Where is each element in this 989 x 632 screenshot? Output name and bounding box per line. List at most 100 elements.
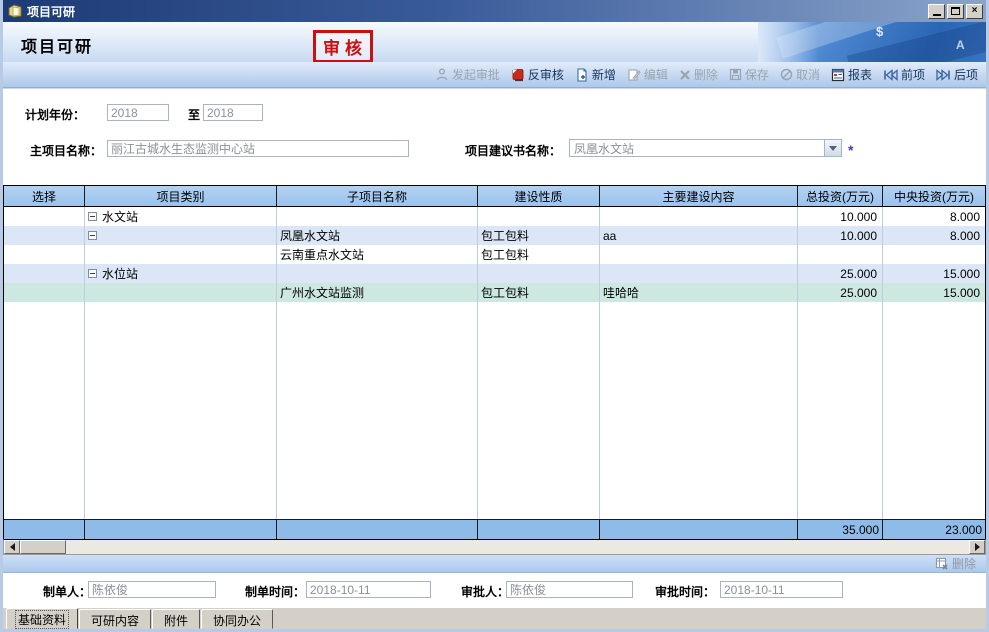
- plan-year-to-input[interactable]: [203, 104, 263, 121]
- grid-row[interactable]: 云南重点水文站 包工包料: [4, 245, 985, 264]
- anti-audit-icon: [511, 68, 525, 82]
- creator-label: 制单人：: [43, 583, 91, 600]
- header-subproject[interactable]: 子项目名称: [277, 186, 478, 206]
- dollar-glyph: $: [876, 24, 883, 39]
- footer-delete-button[interactable]: 删除: [952, 555, 976, 572]
- plan-year-from-input[interactable]: [107, 104, 169, 121]
- main-project-input[interactable]: [107, 140, 409, 157]
- save-label: 保存: [745, 66, 769, 83]
- subproject-grid: 选择 项目类别 子项目名称 建设性质 主要建设内容 总投资(万元) 中央投资(万…: [3, 185, 986, 539]
- tree-node: [88, 231, 102, 240]
- to-label: 至: [188, 106, 200, 123]
- approver-input[interactable]: [506, 581, 633, 598]
- letter-a-glyph: A: [956, 38, 965, 52]
- category-label: 水文站: [102, 208, 138, 225]
- horizontal-scrollbar[interactable]: [3, 539, 986, 555]
- cancel-icon: [780, 68, 793, 81]
- save-button[interactable]: 保存: [729, 66, 769, 83]
- approve-time-input[interactable]: [720, 581, 843, 598]
- plan-year-label: 计划年份：: [25, 106, 85, 123]
- proposal-label: 项目建议书名称：: [465, 142, 561, 159]
- tab-base-info[interactable]: 基础资料: [6, 608, 78, 629]
- base-info-form: 计划年份： 至 主项目名称： 项目建议书名称： 凤凰水文站 *: [3, 88, 986, 185]
- maximize-button[interactable]: [947, 4, 964, 19]
- window-title: 项目可研: [27, 3, 926, 20]
- chevron-down-icon: [829, 146, 837, 151]
- header-select[interactable]: 选择: [4, 186, 85, 206]
- add-doc-icon: [575, 68, 589, 82]
- header-nature[interactable]: 建设性质: [478, 186, 600, 206]
- grid-total-row: 35.000 23.000: [4, 519, 985, 539]
- scroll-right-button[interactable]: [969, 540, 985, 554]
- header-central[interactable]: 中央投资(万元): [883, 186, 985, 206]
- scroll-left-icon: [10, 543, 15, 551]
- tree-collapse-icon[interactable]: [88, 269, 97, 278]
- app-icon: [8, 4, 23, 18]
- category-label: 水位站: [102, 265, 138, 282]
- start-approval-label: 发起审批: [452, 66, 500, 83]
- app-window: 项目可研 × 项目可研 审核 $ A 发起审批 反审核 新增 编辑: [0, 0, 989, 632]
- approve-time-label: 审批时间：: [655, 583, 715, 600]
- grid-header-row: 选择 项目类别 子项目名称 建设性质 主要建设内容 总投资(万元) 中央投资(万…: [4, 186, 985, 207]
- grid-row[interactable]: 水文站 10.000 8.000: [4, 207, 985, 226]
- header-content[interactable]: 主要建设内容: [600, 186, 798, 206]
- tab-attachments[interactable]: 附件: [152, 609, 200, 629]
- edit-icon: [627, 68, 641, 82]
- prev-label: 前项: [901, 66, 925, 83]
- tab-feasibility-content[interactable]: 可研内容: [79, 609, 151, 629]
- next-icon: [936, 69, 951, 81]
- creator-input[interactable]: [88, 581, 216, 598]
- tree-collapse-icon[interactable]: [88, 212, 97, 221]
- report-button[interactable]: 报表: [831, 66, 872, 83]
- cancel-button[interactable]: 取消: [780, 66, 820, 83]
- grid-row-selected[interactable]: 广州水文站监测 包工包料 哇哈哈 25.000 15.000: [4, 283, 985, 302]
- anti-audit-label: 反审核: [528, 66, 564, 83]
- required-marker: *: [848, 142, 853, 158]
- tab-collaboration-label: 协同办公: [211, 612, 263, 629]
- minimize-icon: [933, 14, 941, 16]
- report-label: 报表: [848, 66, 872, 83]
- tree-node: 水位站: [88, 265, 138, 282]
- proposal-value: 凤凰水文站: [570, 140, 824, 157]
- start-approval-button[interactable]: 发起审批: [436, 66, 500, 83]
- prev-icon: [883, 69, 898, 81]
- cancel-label: 取消: [796, 66, 820, 83]
- close-button[interactable]: ×: [966, 4, 983, 19]
- tab-collaboration[interactable]: 协同办公: [201, 609, 273, 629]
- delete-button[interactable]: 删除: [679, 66, 718, 83]
- add-label: 新增: [592, 66, 616, 83]
- proposal-dropdown-button[interactable]: [824, 140, 841, 156]
- add-button[interactable]: 新增: [575, 66, 616, 83]
- tab-feasibility-content-label: 可研内容: [89, 612, 141, 629]
- tree-collapse-icon[interactable]: [88, 231, 97, 240]
- page-title: 项目可研: [21, 33, 93, 57]
- tab-base-info-label: 基础资料: [16, 611, 68, 628]
- prev-button[interactable]: 前项: [883, 66, 925, 83]
- page-header: 项目可研 审核 $ A: [3, 22, 986, 62]
- minimize-button[interactable]: [928, 4, 945, 19]
- footer-fields: 制单人： 制单时间： 审批人： 审批时间：: [3, 573, 986, 607]
- anti-audit-button[interactable]: 反审核: [511, 66, 564, 83]
- scrollbar-thumb[interactable]: [20, 540, 66, 554]
- grid-row[interactable]: 水位站 25.000 15.000: [4, 264, 985, 283]
- scrollbar-track[interactable]: [66, 540, 969, 554]
- next-button[interactable]: 后项: [936, 66, 978, 83]
- person-icon: [436, 68, 449, 81]
- main-project-label: 主项目名称：: [30, 142, 102, 159]
- central-investment-sum: 23.000: [883, 520, 985, 539]
- header-category[interactable]: 项目类别: [85, 186, 277, 206]
- create-time-input[interactable]: [306, 581, 431, 598]
- delete-label: 删除: [694, 66, 718, 83]
- scroll-left-button[interactable]: [4, 540, 20, 554]
- grid-row[interactable]: 凤凰水文站 包工包料 aa 10.000 8.000: [4, 226, 985, 245]
- audit-stamp: 审核: [313, 30, 373, 62]
- tree-node: 水文站: [88, 208, 138, 225]
- main-toolbar: 发起审批 反审核 新增 编辑 删除 保存 取消 报表: [3, 62, 986, 88]
- scroll-right-icon: [975, 543, 980, 551]
- bottom-tab-bar: 基础资料 可研内容 附件 协同办公: [3, 607, 986, 629]
- header-total[interactable]: 总投资(万元): [798, 186, 883, 206]
- edit-button[interactable]: 编辑: [627, 66, 668, 83]
- proposal-combobox[interactable]: 凤凰水文站: [569, 139, 842, 157]
- grid-empty-area: [4, 302, 985, 519]
- title-bar: 项目可研 ×: [3, 0, 986, 22]
